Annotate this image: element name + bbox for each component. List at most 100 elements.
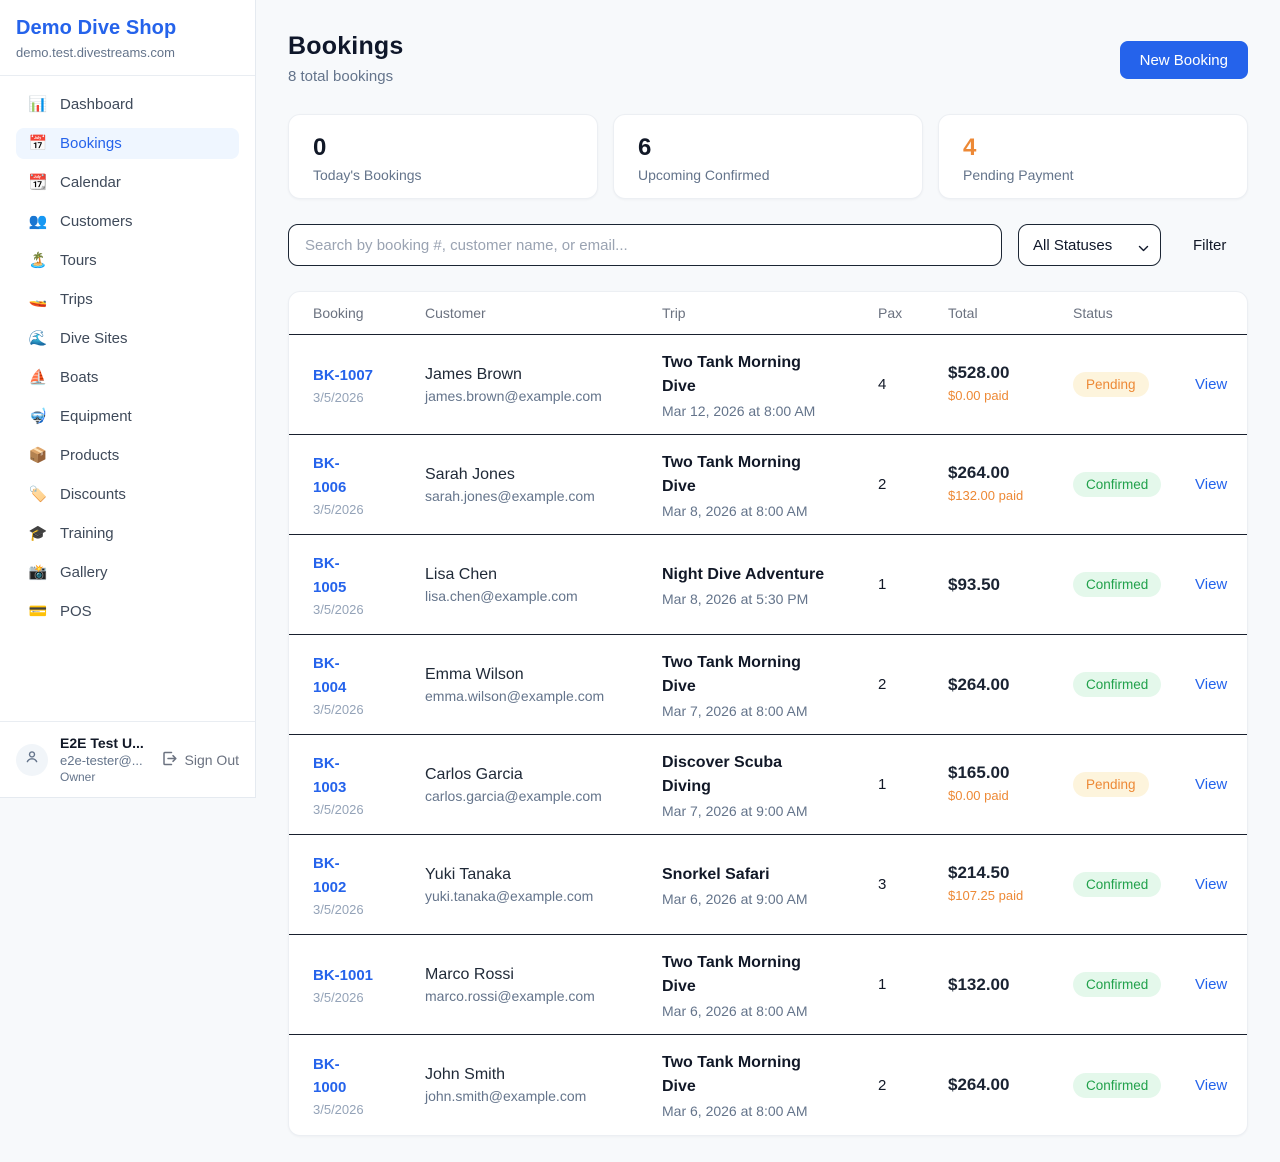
people-icon: 👥 (28, 214, 48, 229)
column-header-pax: Pax (878, 305, 948, 321)
island-icon: 🏝️ (28, 253, 48, 268)
sidebar-item-pos[interactable]: 💳 POS (16, 596, 239, 627)
sidebar-item-equipment[interactable]: 🤿 Equipment (16, 401, 239, 432)
booking-id-link[interactable]: BK-1007 (313, 364, 425, 387)
user-name: E2E Test U... (60, 735, 160, 751)
view-link[interactable]: View (1195, 1077, 1231, 1094)
sign-out-button[interactable]: Sign Out (161, 750, 239, 770)
sidebar-item-bookings[interactable]: 📅 Bookings (16, 128, 239, 159)
booking-id-link[interactable]: BK-1003 (313, 752, 425, 799)
sidebar-item-tours[interactable]: 🏝️ Tours (16, 245, 239, 276)
filter-row: All Statuses Filter (288, 224, 1248, 266)
user-role: Owner (60, 770, 160, 784)
person-icon (24, 749, 40, 770)
diving-mask-icon: 🤿 (28, 409, 48, 424)
sidebar-item-boats[interactable]: ⛵ Boats (16, 362, 239, 393)
booking-id-link[interactable]: BK-1005 (313, 552, 425, 599)
view-link[interactable]: View (1195, 676, 1231, 693)
pax-count: 2 (878, 676, 948, 693)
avatar (16, 744, 48, 776)
trip-datetime: Mar 8, 2026 at 5:30 PM (662, 591, 878, 607)
trip-datetime: Mar 8, 2026 at 8:00 AM (662, 503, 878, 519)
booking-date: 3/5/2026 (313, 902, 425, 917)
trip-datetime: Mar 7, 2026 at 8:00 AM (662, 703, 878, 719)
new-booking-button[interactable]: New Booking (1120, 41, 1248, 79)
total-amount: $264.00 (948, 463, 1073, 483)
table-row: BK-1001 3/5/2026 Marco Rossi marco.rossi… (289, 935, 1247, 1035)
status-badge: Confirmed (1073, 472, 1161, 497)
table-row: BK-1007 3/5/2026 James Brown james.brown… (289, 335, 1247, 435)
booking-id-link[interactable]: BK-1004 (313, 652, 425, 699)
stat-card: 4 Pending Payment (938, 114, 1248, 199)
pax-count: 2 (878, 476, 948, 493)
booking-id-link[interactable]: BK-1000 (313, 1053, 425, 1100)
paid-amount: $0.00 paid (948, 387, 1028, 406)
page-header: Bookings 8 total bookings New Booking (288, 32, 1248, 85)
pax-count: 4 (878, 376, 948, 393)
sidebar-item-training[interactable]: 🎓 Training (16, 518, 239, 549)
status-badge: Confirmed (1073, 872, 1161, 897)
stat-value: 0 (313, 134, 573, 162)
column-header-status: Status (1073, 305, 1195, 321)
column-header-booking: Booking (313, 305, 425, 321)
table-row: BK-1006 3/5/2026 Sarah Jones sarah.jones… (289, 435, 1247, 535)
booking-id-link[interactable]: BK-1002 (313, 852, 425, 899)
customer-name: Lisa Chen (425, 566, 662, 584)
sidebar-item-dashboard[interactable]: 📊 Dashboard (16, 89, 239, 120)
page-title: Bookings (288, 32, 404, 61)
brand-block: Demo Dive Shop demo.test.divestreams.com (0, 0, 255, 76)
view-link[interactable]: View (1195, 976, 1231, 993)
table-row: BK-1000 3/5/2026 John Smith john.smith@e… (289, 1035, 1247, 1135)
status-badge: Pending (1073, 772, 1149, 797)
customer-name: Carlos Garcia (425, 766, 662, 784)
status-select-wrap: All Statuses (1018, 224, 1161, 266)
filter-button[interactable]: Filter (1193, 237, 1226, 254)
tear-calendar-icon: 📆 (28, 175, 48, 190)
pax-count: 1 (878, 976, 948, 993)
booking-id-link[interactable]: BK-1001 (313, 964, 425, 987)
view-link[interactable]: View (1195, 876, 1231, 893)
calendar-icon: 📅 (28, 136, 48, 151)
wave-icon: 🌊 (28, 331, 48, 346)
customer-name: Emma Wilson (425, 666, 662, 684)
sidebar-item-trips[interactable]: 🚤 Trips (16, 284, 239, 315)
tag-icon: 🏷️ (28, 487, 48, 502)
customer-name: Sarah Jones (425, 466, 662, 484)
sidebar-item-customers[interactable]: 👥 Customers (16, 206, 239, 237)
stat-label: Upcoming Confirmed (638, 167, 898, 183)
customer-name: James Brown (425, 366, 662, 384)
brand-name: Demo Dive Shop (16, 17, 239, 40)
sidebar-item-products[interactable]: 📦 Products (16, 440, 239, 471)
speedboat-icon: 🚤 (28, 292, 48, 307)
sidebar-item-gallery[interactable]: 📸 Gallery (16, 557, 239, 588)
sidebar-nav: 📊 Dashboard 📅 Bookings 📆 Calendar 👥 Cust… (0, 76, 255, 648)
stat-value: 6 (638, 134, 898, 162)
brand-domain: demo.test.divestreams.com (16, 45, 239, 60)
pax-count: 3 (878, 876, 948, 893)
credit-card-icon: 💳 (28, 604, 48, 619)
paid-amount: $107.25 paid (948, 887, 1028, 906)
trip-datetime: Mar 6, 2026 at 8:00 AM (662, 1003, 878, 1019)
status-filter-select[interactable]: All Statuses (1018, 224, 1161, 266)
sidebar-item-dive-sites[interactable]: 🌊 Dive Sites (16, 323, 239, 354)
stat-value: 4 (963, 134, 1223, 162)
status-badge: Confirmed (1073, 1073, 1161, 1098)
sign-out-label: Sign Out (185, 752, 239, 768)
view-link[interactable]: View (1195, 776, 1231, 793)
booking-id-link[interactable]: BK-1006 (313, 452, 425, 499)
paid-amount: $132.00 paid (948, 487, 1028, 506)
view-link[interactable]: View (1195, 476, 1231, 493)
customer-email: yuki.tanaka@example.com (425, 888, 662, 904)
trip-datetime: Mar 6, 2026 at 8:00 AM (662, 1103, 878, 1119)
view-link[interactable]: View (1195, 576, 1231, 593)
bar-chart-icon: 📊 (28, 97, 48, 112)
trip-datetime: Mar 7, 2026 at 9:00 AM (662, 803, 878, 819)
total-amount: $93.50 (948, 575, 1073, 595)
view-link[interactable]: View (1195, 376, 1231, 393)
search-input[interactable] (288, 224, 1002, 266)
stats-cards: 0 Today's Bookings 6 Upcoming Confirmed … (288, 114, 1248, 199)
sidebar-item-discounts[interactable]: 🏷️ Discounts (16, 479, 239, 510)
sidebar-item-calendar[interactable]: 📆 Calendar (16, 167, 239, 198)
booking-date: 3/5/2026 (313, 1102, 425, 1117)
customer-name: Marco Rossi (425, 966, 662, 984)
